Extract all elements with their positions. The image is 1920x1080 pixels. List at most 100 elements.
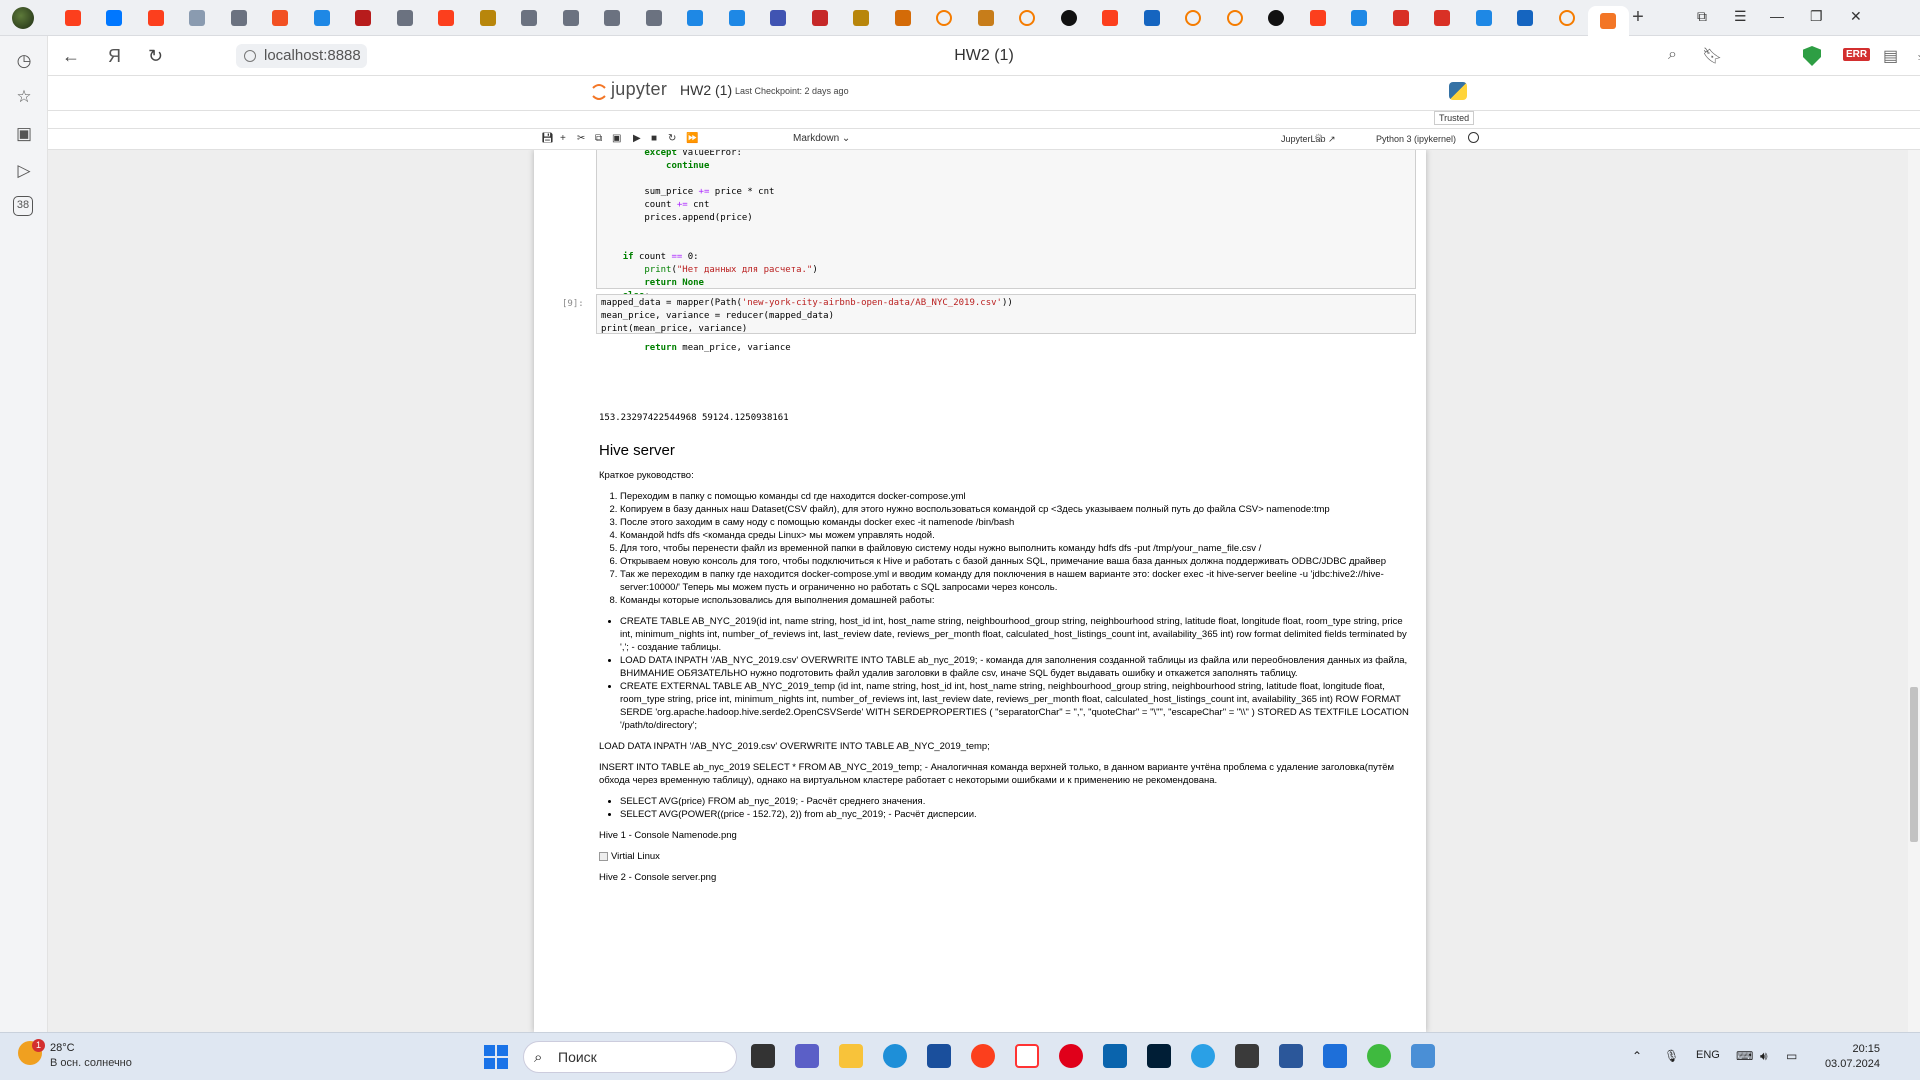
- browser-tab[interactable]: [467, 6, 509, 30]
- start-button[interactable]: [484, 1045, 508, 1069]
- photoshop-icon[interactable]: [1147, 1044, 1171, 1068]
- browser-tab[interactable]: [675, 6, 717, 30]
- word-icon[interactable]: [1279, 1044, 1303, 1068]
- browser-tab[interactable]: [1131, 6, 1173, 30]
- paste-icon[interactable]: ▣: [612, 133, 621, 144]
- browser-tab[interactable]: [882, 6, 924, 30]
- store-icon[interactable]: [927, 1044, 951, 1068]
- kernel-name[interactable]: Python 3 (ipykernel): [1376, 134, 1456, 144]
- browser-tab[interactable]: [94, 6, 136, 30]
- browser-tab[interactable]: [260, 6, 302, 30]
- cell-type-select[interactable]: Markdown ⌄: [793, 133, 850, 144]
- clock[interactable]: 20:15 03.07.2024: [1820, 1042, 1880, 1072]
- copy-icon[interactable]: ⧉: [595, 133, 602, 144]
- notepad-icon[interactable]: [1323, 1044, 1347, 1068]
- insert-cell-icon[interactable]: +: [560, 133, 566, 144]
- network-icon[interactable]: ⌨: [1736, 1049, 1753, 1063]
- counter-badge[interactable]: 38: [13, 196, 33, 216]
- trusted-indicator[interactable]: Trusted: [1434, 111, 1475, 125]
- error-badge[interactable]: ERR: [1843, 48, 1871, 61]
- browser-tab[interactable]: [1380, 6, 1422, 30]
- browser-tab[interactable]: [592, 6, 634, 30]
- browser-tab[interactable]: [1048, 6, 1090, 30]
- close-window-button[interactable]: ✕: [1850, 8, 1862, 25]
- jupyterlab-link[interactable]: JupyterLab ↗: [1281, 134, 1336, 145]
- run-icon[interactable]: ▶: [633, 133, 641, 144]
- find-icon[interactable]: ⌕: [1668, 46, 1677, 64]
- cut-icon[interactable]: ✂: [577, 133, 585, 144]
- weather-desc[interactable]: В осн. солнечно: [50, 1057, 132, 1069]
- browser-tab[interactable]: [1297, 6, 1339, 30]
- network-app-icon[interactable]: [1411, 1044, 1435, 1068]
- browser-tab[interactable]: [426, 6, 468, 30]
- browser-tab[interactable]: [924, 6, 966, 30]
- browser-tab[interactable]: [550, 6, 592, 30]
- browser-tab[interactable]: [633, 6, 675, 30]
- browser-tab[interactable]: [1007, 6, 1049, 30]
- profile-avatar[interactable]: [12, 7, 34, 29]
- browser-tab[interactable]: [716, 6, 758, 30]
- browser-tab[interactable]: [841, 6, 883, 30]
- app-icon[interactable]: [1235, 1044, 1259, 1068]
- browser-tab[interactable]: [135, 6, 177, 30]
- save-icon[interactable]: 💾︎: [541, 133, 554, 144]
- yandex-icon[interactable]: [971, 1044, 995, 1068]
- browser-tab[interactable]: [1422, 6, 1464, 30]
- back-icon[interactable]: ←: [62, 46, 80, 67]
- notes-icon[interactable]: ▣: [13, 123, 35, 145]
- browser-tab[interactable]: [1505, 6, 1547, 30]
- browser-tab[interactable]: [301, 6, 343, 30]
- protect-shield-icon[interactable]: [1803, 46, 1821, 66]
- browser-tab[interactable]: [965, 6, 1007, 30]
- restart-run-all-icon[interactable]: ⏩: [686, 133, 698, 144]
- teams-icon[interactable]: [795, 1044, 819, 1068]
- yandex-home-icon[interactable]: Я: [108, 46, 121, 67]
- browser-tab[interactable]: [1256, 6, 1298, 30]
- favorites-icon[interactable]: ☆: [13, 86, 35, 108]
- page-scrollbar[interactable]: [1908, 150, 1920, 1032]
- browser-tab[interactable]: [758, 6, 800, 30]
- jupyter-logo-text[interactable]: jupyter: [611, 79, 667, 100]
- minimize-button[interactable]: —: [1770, 8, 1784, 24]
- browser-tab[interactable]: [1173, 6, 1215, 30]
- task-view-icon[interactable]: [751, 1044, 775, 1068]
- taskbar-search[interactable]: ⌕ Поиск: [523, 1041, 737, 1073]
- browser-tab[interactable]: [1214, 6, 1256, 30]
- url-field[interactable]: localhost:8888: [236, 44, 367, 68]
- reload-icon[interactable]: ↻: [148, 46, 163, 67]
- code-cell-run[interactable]: mapped_data = mapper(Path('new-york-city…: [596, 294, 1416, 334]
- mail-icon[interactable]: [1103, 1044, 1127, 1068]
- scrollbar-thumb[interactable]: [1910, 687, 1918, 842]
- browser-tab[interactable]: [384, 6, 426, 30]
- maximize-button[interactable]: ❐: [1810, 8, 1823, 25]
- yandex-browser-icon[interactable]: [1015, 1044, 1039, 1068]
- edge-icon[interactable]: [883, 1044, 907, 1068]
- weather-temp[interactable]: 28°C: [50, 1042, 75, 1054]
- settings-gear-icon[interactable]: ⚙: [1314, 133, 1323, 144]
- volume-icon[interactable]: 🔊︎: [1760, 1049, 1768, 1064]
- tab-manager-icon[interactable]: ⧉: [1697, 8, 1707, 25]
- browser-tab[interactable]: [1463, 6, 1505, 30]
- markdown-cell[interactable]: Hive server Краткое руководство: Переход…: [599, 443, 1409, 892]
- browser-tab[interactable]: [52, 6, 94, 30]
- history-icon[interactable]: ◷: [13, 50, 35, 72]
- battery-icon[interactable]: ▭: [1786, 1049, 1797, 1063]
- tray-chevron-icon[interactable]: ⌃: [1632, 1049, 1642, 1063]
- microphone-icon[interactable]: 🎙︎: [1664, 1049, 1679, 1063]
- telegram-icon[interactable]: [1191, 1044, 1215, 1068]
- browser-tab[interactable]: [799, 6, 841, 30]
- browser-tab[interactable]: [509, 6, 551, 30]
- browser-tab[interactable]: [343, 6, 385, 30]
- interrupt-icon[interactable]: ■: [651, 133, 657, 144]
- new-tab-button[interactable]: +: [1626, 6, 1650, 30]
- media-icon[interactable]: ▷: [13, 160, 35, 182]
- code-cell-reducer[interactable]: except ValueError: continue sum_price +=…: [596, 150, 1416, 353]
- browser-tab[interactable]: [1339, 6, 1381, 30]
- language-indicator[interactable]: ENG: [1696, 1049, 1720, 1061]
- browser-tab[interactable]: [1546, 6, 1588, 30]
- opera-icon[interactable]: [1059, 1044, 1083, 1068]
- browser-tab[interactable]: [177, 6, 219, 30]
- file-explorer-icon[interactable]: [839, 1044, 863, 1068]
- bookmark-icon[interactable]: 🔖︎: [1702, 46, 1722, 66]
- notebook-name[interactable]: HW2 (1): [680, 82, 732, 98]
